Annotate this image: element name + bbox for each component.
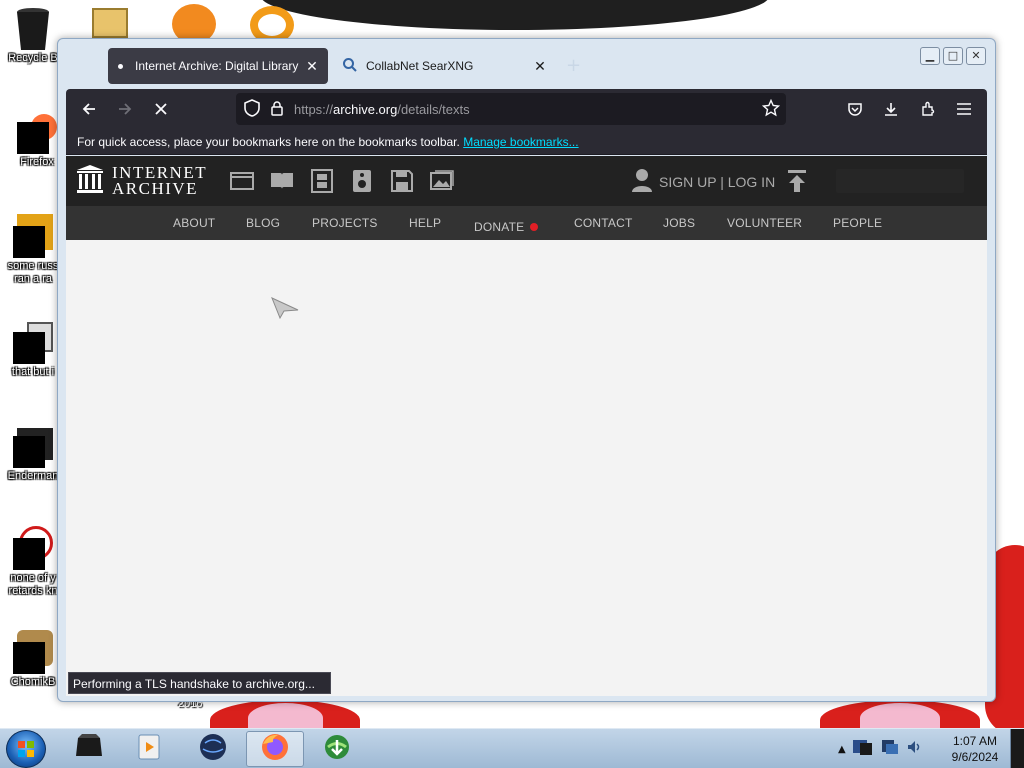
status-bar: Performing a TLS handshake to archive.or… [68,672,331,694]
nav-jobs[interactable]: JOBS [663,216,695,230]
nav-help[interactable]: HELP [409,216,441,230]
tracking-shield-icon[interactable] [244,98,260,120]
clock-date: 9/6/2024 [951,750,999,764]
globe-icon [199,733,227,765]
url-protocol: https:// [294,101,334,117]
ia-logo-line2: ARCHIVE [112,179,199,198]
url-path: /details/texts [397,101,470,117]
upload-arrow-icon[interactable] [786,169,808,197]
url-text: https://archive.org/details/texts [294,102,470,117]
system-tray: ▲ [838,729,922,768]
ia-top-header: INTERNET ARCHIVE SIGN UP | LOG IN [66,156,987,206]
taskbar-app-terminal[interactable] [60,731,118,767]
tab-close-icon[interactable]: ✕ [530,58,550,75]
nav-donate-label[interactable]: DONATE [474,220,524,234]
extensions-icon[interactable] [915,97,941,121]
download-manager-icon [322,732,352,766]
texts-book-icon[interactable] [269,168,295,194]
opera-icon [13,526,53,570]
ia-secondary-nav: ABOUT BLOG PROJECTS HELP DONATE CONTACT … [66,206,987,240]
manage-bookmarks-link[interactable]: Manage bookmarks... [463,135,578,149]
forward-arrow-icon[interactable] [112,97,138,121]
auth-links[interactable]: SIGN UP | LOG IN [631,168,775,195]
mouse-cursor-icon [270,296,300,324]
bookmarks-hint-text: For quick access, place your bookmarks h… [77,135,460,149]
taskbar-app-download-manager[interactable] [308,731,366,767]
media-player-icon [135,733,163,765]
show-desktop-button[interactable] [1010,729,1024,768]
bookmark-star-icon[interactable] [761,98,781,120]
desktop-folder-icon[interactable] [92,8,128,38]
stop-loading-icon[interactable] [148,97,174,121]
maximize-icon[interactable]: □ [943,47,963,65]
taskbar-app-media-player[interactable] [120,731,178,767]
terminal-icon [13,424,53,468]
media-type-icons [229,168,455,194]
clock-time: 1:07 AM [952,734,998,748]
network-icon[interactable] [880,738,900,760]
tab-close-icon[interactable]: ✕ [302,58,322,75]
taskbar: ▲ 1:07 AM 9/6/2024 [0,728,1024,768]
wallpaper-pink-shape-bottom-right [860,703,940,728]
titlebar: Internet Archive: Digital Library ✕ Coll… [58,39,995,89]
recycle-bin-icon [13,6,53,50]
tray-app-icon[interactable] [852,738,874,760]
browser-window: Internet Archive: Digital Library ✕ Coll… [57,38,996,702]
terminal-app-icon [74,734,104,764]
archive-building-icon [76,164,104,198]
minimize-icon[interactable]: ▁ [920,47,940,65]
tab-title: Internet Archive: Digital Library [135,59,299,73]
tab-title: CollabNet SearXNG [366,59,474,73]
new-tab-icon[interactable]: + [566,55,581,76]
back-arrow-icon[interactable] [76,97,102,121]
video-film-icon[interactable] [309,168,335,194]
file-icon [13,214,53,258]
nav-about[interactable]: ABOUT [173,216,215,230]
url-bar[interactable]: https://archive.org/details/texts [236,93,786,125]
nav-contact[interactable]: CONTACT [574,216,633,230]
start-button[interactable] [6,730,46,768]
taskbar-app-firefox[interactable] [246,731,304,767]
firefox-icon [17,110,57,154]
menu-hamburger-icon[interactable] [951,97,977,121]
pocket-icon[interactable] [842,97,868,121]
url-host: archive.org [333,101,398,117]
wallpaper-pink-shape-bottom-left [248,703,323,728]
nav-blog[interactable]: BLOG [246,216,280,230]
bookmarks-toolbar: For quick access, place your bookmarks h… [66,129,987,155]
ia-logo-text: INTERNET ARCHIVE [112,164,207,198]
downloads-icon[interactable] [878,97,904,121]
nav-projects[interactable]: PROJECTS [312,216,378,230]
loading-dot-icon [118,63,123,69]
clock[interactable]: 1:07 AM 9/6/2024 [940,733,1010,765]
web-page: INTERNET ARCHIVE SIGN UP | LOG IN ABOUT … [66,156,987,696]
firefox-taskbar-icon [260,732,290,766]
documents-icon [13,320,53,364]
software-floppy-icon[interactable] [389,168,415,194]
heart-icon [530,223,539,231]
search-icon [342,57,358,76]
taskbar-app-globe[interactable] [184,731,242,767]
images-icon[interactable] [429,168,455,194]
sign-up-login-link[interactable]: SIGN UP | LOG IN [659,174,775,190]
web-icon[interactable] [229,168,255,194]
nav-volunteer[interactable]: VOLUNTEER [727,216,802,230]
volume-icon[interactable] [906,739,922,759]
user-avatar-icon [631,168,653,195]
nav-people[interactable]: PEOPLE [833,216,882,230]
lock-icon[interactable] [270,100,284,119]
wallpaper-dark-shape [260,0,770,30]
tab-internet-archive[interactable]: Internet Archive: Digital Library ✕ [108,48,328,84]
ia-search-box[interactable] [836,169,964,193]
close-window-icon[interactable]: ✕ [966,47,986,65]
audio-speaker-icon[interactable] [349,168,375,194]
nav-toolbar: https://archive.org/details/texts [66,89,987,129]
show-hidden-icons-arrow-icon[interactable]: ▲ [838,744,846,755]
nav-donate[interactable]: DONATE [474,216,539,235]
tab-searxng[interactable]: CollabNet SearXNG ✕ [336,48,556,84]
ia-logo[interactable]: INTERNET ARCHIVE [76,164,207,198]
chomik-icon [13,630,53,674]
